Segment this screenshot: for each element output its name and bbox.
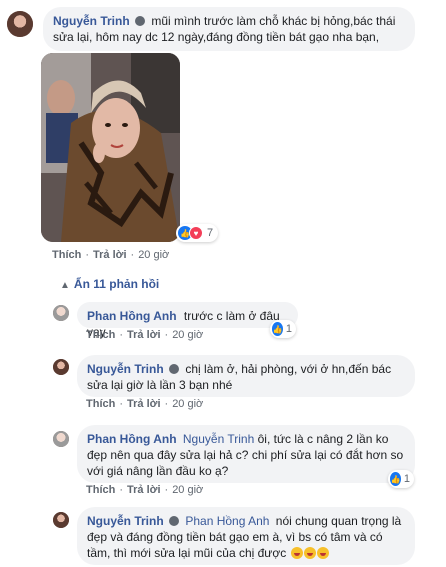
- reply-link[interactable]: Trả lời: [127, 484, 161, 496]
- avatar[interactable]: [53, 359, 69, 375]
- comment-author[interactable]: Phan Hồng Anh: [87, 309, 177, 323]
- main-comment-actions: Thích · Trả lời · 20 giờ: [52, 249, 170, 261]
- reaction-summary[interactable]: 👍 1: [388, 470, 414, 488]
- reaction-summary[interactable]: 👍 ♥ 7: [176, 224, 218, 242]
- reply-actions: Thích · Trả lời · 20 giờ: [86, 484, 204, 496]
- mention-link[interactable]: Nguyễn Trinh: [183, 432, 254, 446]
- chevron-up-icon: ▲: [60, 280, 70, 291]
- top-fan-badge-icon: [135, 16, 146, 26]
- reply-actions: Thích · Trả lời · 20 giờ: [86, 329, 204, 341]
- timestamp[interactable]: 20 giờ: [172, 484, 203, 496]
- reply-link[interactable]: Trả lời: [127, 329, 161, 341]
- comment-author[interactable]: Nguyễn Trinh: [87, 514, 164, 528]
- like-reaction-icon: 👍: [390, 472, 401, 486]
- reaction-summary[interactable]: 👍 1: [270, 320, 296, 338]
- main-comment-bubble: Nguyễn Trinh mũi mình trước làm chỗ khác…: [43, 7, 415, 51]
- photo-image: [41, 53, 180, 242]
- reply-actions: Thích · Trả lời · 20 giờ: [86, 398, 204, 410]
- laughing-emoji-icon: [316, 547, 329, 559]
- timestamp[interactable]: 20 giờ: [138, 249, 169, 261]
- reply-link[interactable]: Trả lời: [127, 398, 161, 410]
- love-reaction-icon: ♥: [189, 226, 203, 240]
- reply-bubble: Phan Hồng Anh Nguyễn Trinh ôi, tức là c …: [77, 425, 415, 483]
- avatar[interactable]: [53, 431, 69, 447]
- mention-link[interactable]: Phan Hồng Anh: [185, 514, 269, 528]
- reply-link[interactable]: Trả lời: [93, 249, 127, 261]
- comment-author[interactable]: Nguyễn Trinh: [87, 362, 164, 376]
- avatar[interactable]: [53, 305, 69, 321]
- like-reaction-icon: 👍: [272, 322, 283, 336]
- timestamp[interactable]: 20 giờ: [172, 398, 203, 410]
- like-link[interactable]: Thích: [86, 398, 115, 410]
- top-fan-badge-icon: [169, 364, 180, 374]
- reaction-count: 1: [403, 473, 410, 485]
- avatar[interactable]: [7, 11, 33, 37]
- like-link[interactable]: Thích: [86, 484, 115, 496]
- comment-photo[interactable]: [41, 53, 180, 242]
- reply-bubble: Nguyễn Trinh Phan Hồng Anh nói chung qua…: [77, 507, 415, 565]
- hide-replies-toggle[interactable]: ▲ Ẩn 11 phản hồi: [60, 277, 159, 291]
- reply-bubble: Phan Hồng Anh trước c làm ở đâu vạy: [77, 302, 298, 339]
- like-link[interactable]: Thích: [52, 249, 81, 261]
- timestamp[interactable]: 20 giờ: [172, 329, 203, 341]
- like-link[interactable]: Thích: [86, 329, 115, 341]
- comment-author[interactable]: Phan Hồng Anh: [87, 432, 177, 446]
- top-fan-badge-icon: [169, 516, 180, 526]
- reaction-count: 1: [285, 323, 292, 335]
- comment-author[interactable]: Nguyễn Trinh: [53, 14, 130, 28]
- laughing-emoji-icon: [290, 547, 303, 559]
- laughing-emoji-icon: [303, 547, 316, 559]
- reaction-count: 7: [207, 227, 214, 239]
- reply-bubble: Nguyễn Trinh chị làm ở, hải phòng, với ở…: [77, 355, 415, 397]
- hide-replies-label: Ẩn 11 phản hồi: [73, 277, 160, 291]
- avatar[interactable]: [53, 512, 69, 528]
